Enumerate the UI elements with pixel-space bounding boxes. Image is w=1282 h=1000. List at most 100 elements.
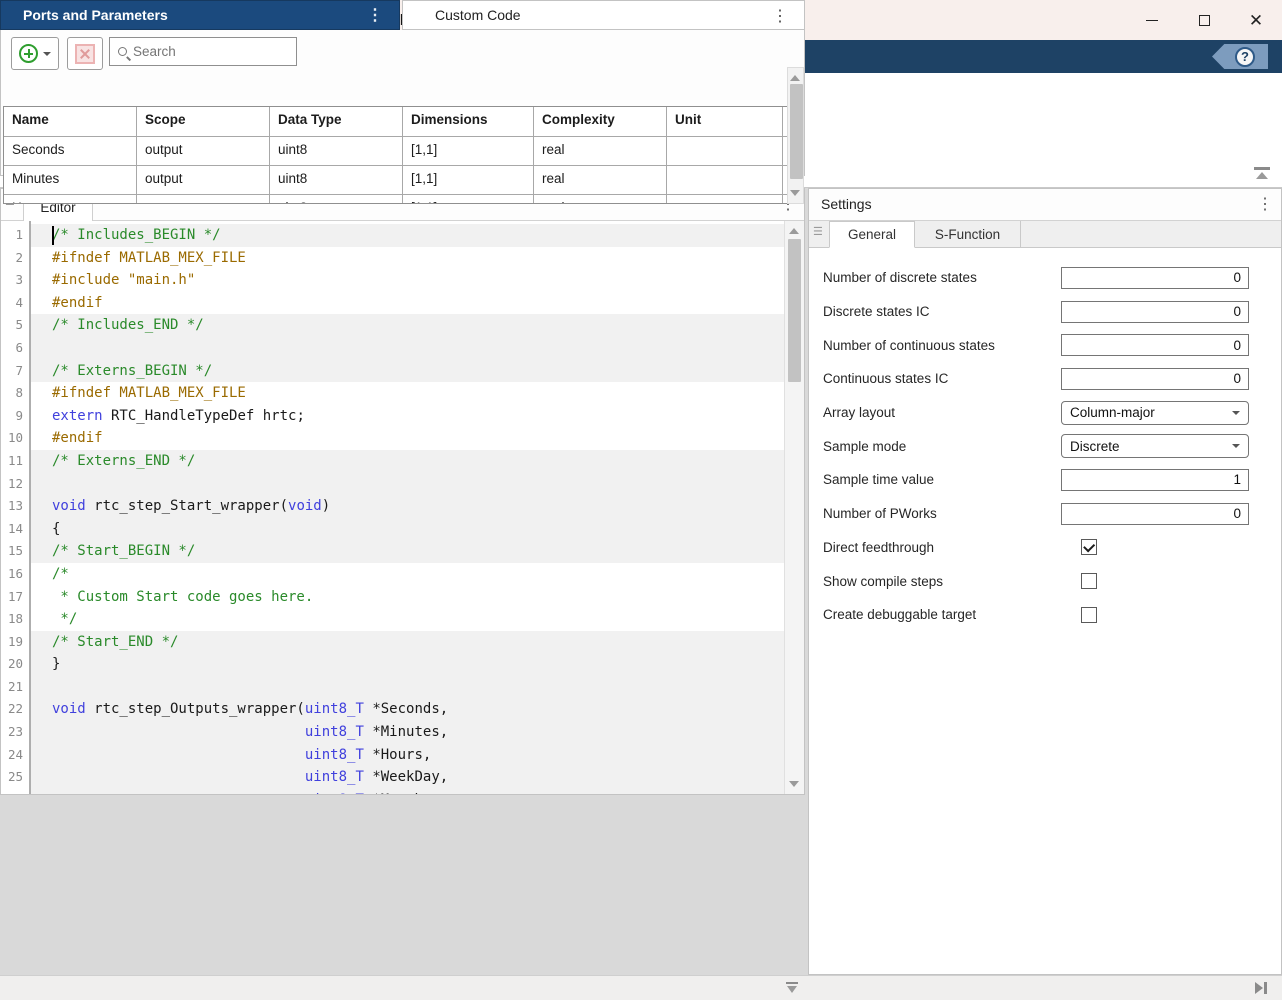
settings-field-label: Show compile steps <box>823 574 943 589</box>
custom-code-menu-button[interactable]: ⋮ <box>772 7 788 26</box>
code-token: void <box>288 498 322 514</box>
table-scrollbar[interactable] <box>787 67 804 204</box>
code-line[interactable]: void rtc_step_Start_wrapper(void) <box>31 495 786 518</box>
column-header[interactable]: Complexity <box>534 107 667 136</box>
column-header[interactable]: Name <box>4 107 137 136</box>
code-token: /* Externs_END */ <box>52 453 195 469</box>
minimize-button[interactable] <box>1126 0 1178 40</box>
code-line[interactable] <box>31 473 786 496</box>
code-token: /* Externs_BEGIN */ <box>52 363 212 379</box>
ports-menu-button[interactable]: ⋮ <box>367 6 383 25</box>
code-line[interactable] <box>31 337 786 360</box>
settings-menu-button[interactable]: ⋮ <box>1257 195 1273 214</box>
settings-checkbox[interactable] <box>1081 539 1097 555</box>
scroll-down-icon[interactable] <box>790 190 800 196</box>
code-token: */ <box>52 611 77 627</box>
code-line[interactable]: /* <box>31 563 786 586</box>
table-cell: real <box>534 137 667 165</box>
code-line[interactable]: */ <box>31 608 786 631</box>
code-token: #endif <box>52 295 103 311</box>
settings-field-input[interactable]: 0 <box>1061 334 1249 356</box>
table-cell: output <box>137 195 270 204</box>
code-line[interactable]: /* Start_END */ <box>31 631 786 654</box>
code-line[interactable]: uint8_T *Minutes, <box>31 721 786 744</box>
scroll-up-icon[interactable] <box>789 228 799 234</box>
column-header[interactable]: Dimensions <box>403 107 534 136</box>
code-editor[interactable]: 1234567891011121314151617181920212223242… <box>1 221 786 794</box>
code-line[interactable]: #endif <box>31 292 786 315</box>
code-line[interactable]: #endif <box>31 427 786 450</box>
delete-port-row-button[interactable] <box>67 37 103 70</box>
code-token: *Month, <box>364 792 431 794</box>
code-line[interactable]: * Custom Start code goes here. <box>31 586 786 609</box>
collapse-ribbon-button[interactable] <box>1252 165 1272 181</box>
settings-field-dropdown[interactable]: Column-major <box>1061 401 1249 425</box>
scroll-down-icon[interactable] <box>789 781 799 787</box>
maximize-button[interactable] <box>1178 0 1230 40</box>
code-line[interactable]: /* Start_BEGIN */ <box>31 540 786 563</box>
settings-field-input[interactable]: 1 <box>1061 469 1249 491</box>
code-token: /* Includes_BEGIN */ <box>52 227 221 243</box>
column-header[interactable]: Unit <box>667 107 783 136</box>
settings-checkbox[interactable] <box>1081 573 1097 589</box>
scrollbar-thumb[interactable] <box>788 239 801 382</box>
collapse-panel-icon[interactable] <box>784 981 800 995</box>
code-line[interactable]: /* Includes_BEGIN */ <box>31 224 786 247</box>
settings-checkbox[interactable] <box>1081 607 1097 623</box>
code-line[interactable]: /* Externs_BEGIN */ <box>31 360 786 383</box>
settings-field-input[interactable]: 0 <box>1061 503 1249 525</box>
line-number: 4 <box>1 292 29 315</box>
table-cell: uint8 <box>270 137 403 165</box>
line-number: 23 <box>1 721 29 744</box>
settings-field-dropdown[interactable]: Discrete <box>1061 434 1249 458</box>
line-number: 9 <box>1 405 29 428</box>
expand-panel-icon[interactable] <box>1252 980 1270 996</box>
drag-grip-icon[interactable]: ☰ <box>813 227 823 238</box>
settings-row: Create debuggable target <box>823 598 1281 632</box>
settings-field-input[interactable]: 0 <box>1061 368 1249 390</box>
settings-row: Direct feedthrough <box>823 531 1281 565</box>
code-line[interactable]: #ifndef MATLAB_MEX_FILE <box>31 382 786 405</box>
code-line[interactable]: { <box>31 518 786 541</box>
code-token: #endif <box>52 430 103 446</box>
help-button[interactable]: ? <box>1212 44 1268 69</box>
table-row[interactable]: Hoursoutputuint8[1,1]real <box>4 195 788 204</box>
code-token: uint8_T <box>305 769 364 785</box>
editor-scrollbar[interactable] <box>784 221 804 794</box>
code-line[interactable]: /* Includes_END */ <box>31 314 786 337</box>
s-function-builder-window: S-Function Builder: RTC_Example_Model_S_… <box>0 0 1282 1000</box>
settings-field-input[interactable]: 0 <box>1061 267 1249 289</box>
editor-panel: ☰ Editor ⋮ 12345678910111213141516171819… <box>0 188 805 795</box>
tab-ports-and-parameters[interactable]: Ports and Parameters ⋮ <box>0 0 400 30</box>
scrollbar-thumb[interactable] <box>790 84 803 179</box>
code-line[interactable]: } <box>31 653 786 676</box>
settings-row: Discrete states IC0 <box>823 295 1281 329</box>
tab-custom-code[interactable]: Custom Code ⋮ <box>402 0 805 30</box>
table-row[interactable]: Secondsoutputuint8[1,1]real <box>4 137 788 166</box>
scroll-up-icon[interactable] <box>790 75 800 81</box>
settings-field-label: Sample time value <box>823 472 934 487</box>
code-token: *Minutes, <box>364 724 448 740</box>
table-row[interactable]: Minutesoutputuint8[1,1]real <box>4 166 788 195</box>
code-line[interactable]: #ifndef MATLAB_MEX_FILE <box>31 247 786 270</box>
column-header[interactable]: Scope <box>137 107 270 136</box>
code-token <box>52 769 305 785</box>
code-line[interactable]: /* Externs_END */ <box>31 450 786 473</box>
code-line[interactable]: void rtc_step_Outputs_wrapper(uint8_T *S… <box>31 698 786 721</box>
add-port-row-button[interactable] <box>11 37 59 70</box>
close-button[interactable]: ✕ <box>1230 0 1282 40</box>
code-line[interactable]: extern RTC_HandleTypeDef hrtc; <box>31 405 786 428</box>
code-line[interactable]: uint8_T *WeekDay, <box>31 766 786 789</box>
ports-panel-body: Search NameScopeData TypeDimensionsCompl… <box>0 30 805 176</box>
tab-general[interactable]: General <box>829 221 915 248</box>
tab-s-function[interactable]: S-Function <box>915 221 1021 248</box>
settings-field-input[interactable]: 0 <box>1061 301 1249 323</box>
table-cell <box>667 137 783 165</box>
code-token: RTC_HandleTypeDef hrtc; <box>103 408 305 424</box>
column-header[interactable]: Data Type <box>270 107 403 136</box>
code-line[interactable]: uint8_T *Month, <box>31 789 786 794</box>
search-input[interactable]: Search <box>109 37 297 66</box>
code-line[interactable]: uint8_T *Hours, <box>31 744 786 767</box>
code-line[interactable] <box>31 676 786 699</box>
code-line[interactable]: #include "main.h" <box>31 269 786 292</box>
